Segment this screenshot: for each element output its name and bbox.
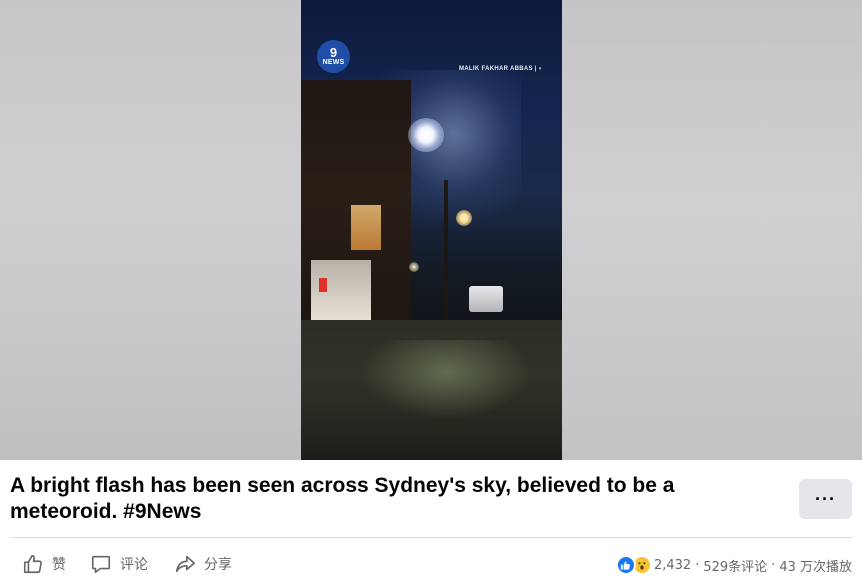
action-bar: 赞 评论 分享 2,432 · 529条评论 · 43 万次播放 xyxy=(0,543,862,585)
red-light xyxy=(319,278,327,292)
nine-news-logo: 9 NEWS xyxy=(317,40,350,73)
reaction-count[interactable]: 2,432 xyxy=(654,558,691,573)
stats-separator: · xyxy=(695,557,700,573)
comment-button[interactable]: 评论 xyxy=(90,551,148,577)
thumbs-up-icon xyxy=(23,554,42,574)
post-title: A bright flash has been seen across Sydn… xyxy=(10,474,675,523)
video-player[interactable]: 9 NEWS MALIK FAKHAR ABBAS | ◐ xyxy=(0,0,862,460)
lit-window xyxy=(351,205,381,250)
view-count: 43 万次播放 xyxy=(779,559,852,575)
meteor-flash xyxy=(408,118,444,152)
logo-word: NEWS xyxy=(322,58,345,66)
street-lamp xyxy=(456,210,472,226)
post-header: A bright flash has been seen across Sydn… xyxy=(0,460,862,538)
like-label: 赞 xyxy=(52,557,66,573)
share-button[interactable]: 分享 xyxy=(174,551,232,577)
comment-icon xyxy=(91,555,111,574)
video-credit: MALIK FAKHAR ABBAS | ◐ xyxy=(459,66,543,72)
share-icon xyxy=(175,555,195,573)
video-blur-background-left xyxy=(0,0,301,460)
parked-van xyxy=(469,286,503,312)
like-reaction-icon[interactable] xyxy=(615,555,636,575)
comment-label: 评论 xyxy=(120,557,148,573)
more-icon: ··· xyxy=(815,488,836,509)
logo-number: 9 xyxy=(329,44,338,60)
power-pole xyxy=(444,180,448,320)
video-frame[interactable]: 9 NEWS MALIK FAKHAR ABBAS | ◐ xyxy=(301,0,562,460)
video-blur-background-right xyxy=(562,0,862,460)
divider xyxy=(10,537,852,538)
post-stats: 2,432 · 529条评论 · 43 万次播放 xyxy=(615,554,852,576)
stats-separator: · xyxy=(771,557,776,573)
like-button[interactable]: 赞 xyxy=(22,551,66,577)
street-lamp-distant xyxy=(409,262,419,272)
more-options-button[interactable]: ··· xyxy=(799,479,852,519)
headlight-glow xyxy=(361,340,531,420)
comment-count[interactable]: 529条评论 xyxy=(703,556,767,575)
share-label: 分享 xyxy=(204,557,232,573)
